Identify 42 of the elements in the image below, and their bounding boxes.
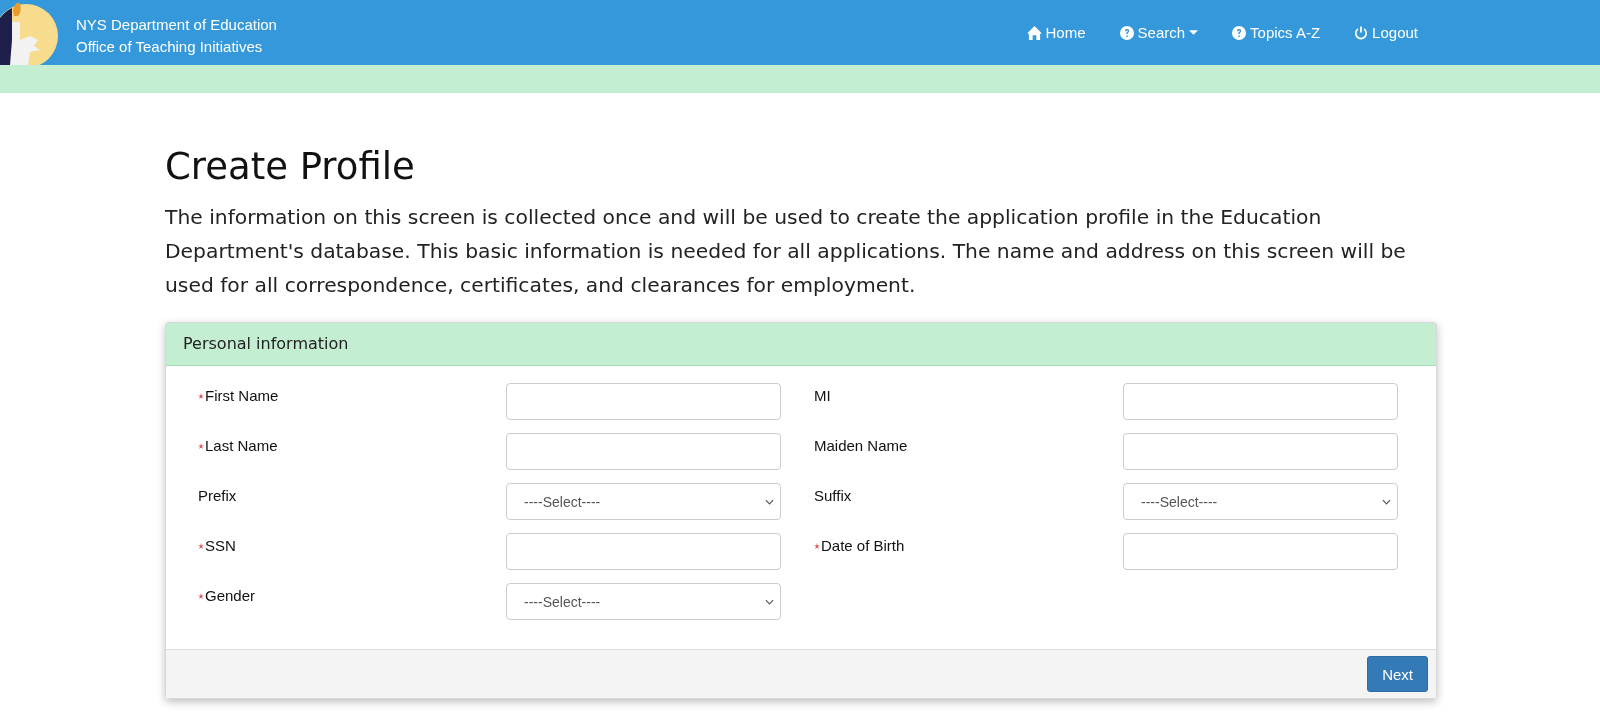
required-asterisk-icon: [198, 442, 204, 449]
text-input-field[interactable]: [1123, 383, 1398, 420]
site-title: Office of Teaching Initiatives: [76, 36, 264, 57]
statue-of-liberty-logo: [0, 0, 60, 65]
nav-link[interactable]: Topics A-Z: [1232, 24, 1321, 41]
field-label: Suffix: [813, 486, 853, 504]
question-circle-icon: [1119, 25, 1134, 40]
field-label: First Name: [198, 383, 506, 404]
required-asterisk-icon: [198, 542, 204, 549]
caret-icon: [1189, 30, 1199, 35]
select-dropdown[interactable]: ----Select----: [506, 483, 781, 520]
site-title: NYS Department of Education: [76, 14, 277, 35]
text-input-field[interactable]: [1123, 533, 1398, 570]
next-button[interactable]: Next: [1367, 656, 1428, 692]
select-dropdown[interactable]: ----Select----: [1123, 483, 1398, 520]
field-label: Maiden Name: [813, 436, 909, 454]
chevron-down-icon: [765, 498, 774, 505]
field-label: Gender: [198, 583, 506, 604]
nav-link[interactable]: Logout: [1354, 24, 1418, 41]
required-asterisk-icon: [198, 392, 204, 399]
required-asterisk-icon: [198, 592, 204, 599]
field-label: MI: [813, 386, 832, 404]
text-input-field[interactable]: [506, 533, 781, 570]
field-label: Last Name: [198, 433, 506, 454]
intro-paragraph: The information on this screen is collected once and will be used to create the application profile in the Education Department's database. This basic information is needed for all applications. The name and address on this screen will be used for all correspondence, certificates, and clearances for employment.: [165, 204, 1407, 299]
select-dropdown[interactable]: ----Select----: [506, 583, 781, 620]
question-circle-icon: [1232, 25, 1247, 40]
power-icon: [1354, 25, 1369, 40]
nav-link[interactable]: Home: [1026, 24, 1086, 41]
page-title: Create Profile: [165, 145, 416, 188]
home-icon: [1026, 25, 1042, 40]
text-input-field[interactable]: [506, 433, 781, 470]
field-label: SSN: [198, 533, 506, 554]
field-label: Date of Birth: [781, 533, 1123, 554]
text-input-field[interactable]: [1123, 433, 1398, 470]
nav-link[interactable]: Search: [1119, 24, 1199, 41]
field-label: Prefix: [198, 486, 238, 504]
required-asterisk-icon: [814, 542, 820, 549]
chevron-down-icon: [765, 598, 774, 605]
text-input-field[interactable]: [506, 383, 781, 420]
panel-heading: Personal information: [166, 323, 1436, 366]
chevron-down-icon: [1382, 498, 1391, 505]
